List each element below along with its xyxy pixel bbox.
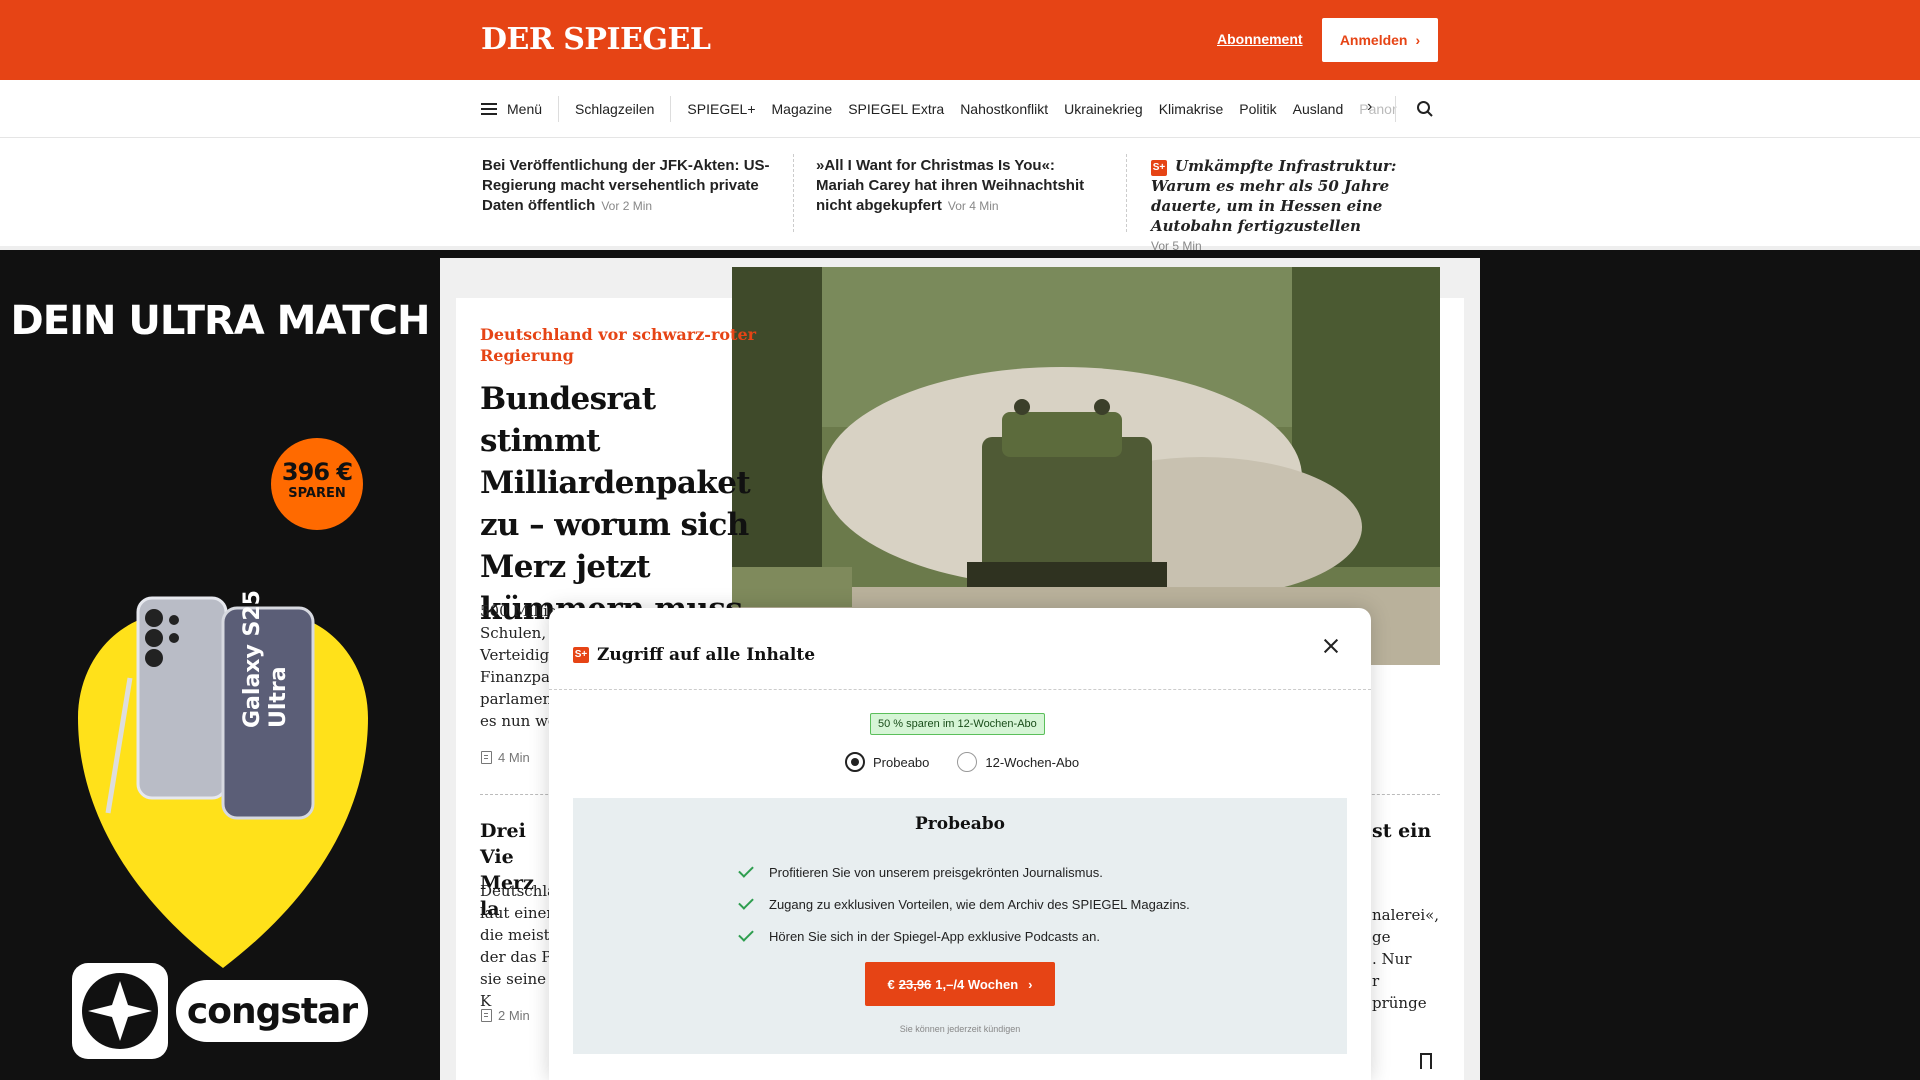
nav-item-spiegel-extra[interactable]: SPIEGEL Extra [840, 101, 952, 117]
modal-title-text: Zugriff auf alle Inhalte [597, 645, 816, 665]
abonnement-link[interactable]: Abonnement [1217, 31, 1303, 47]
menu-label: Menü [507, 101, 543, 117]
login-button[interactable]: Anmelden › [1322, 18, 1438, 62]
benefit-text: Profitieren Sie von unserem preisgekrönt… [769, 864, 1103, 880]
nav-item-ausland[interactable]: Ausland [1285, 101, 1352, 117]
nav-item-ukrainekrieg[interactable]: Ukrainekrieg [1056, 101, 1151, 117]
benefit-list: Profitieren Sie von unserem preisgekrönt… [738, 856, 1190, 952]
nav-item-panorama[interactable]: Panor [1351, 101, 1404, 117]
ad-product-name: Galaxy S25 Ultra [240, 590, 291, 728]
chevron-right-icon: › [1028, 976, 1033, 992]
ad-title: DEIN ULTRA MATCH [10, 298, 431, 344]
ticker-divider [793, 154, 794, 232]
ticker-title: Umkämpfte Infrastruktur: Warum es mehr a… [1151, 157, 1397, 235]
benefit-item: Profitieren Sie von unserem preisgekrönt… [738, 856, 1190, 888]
modal-title: S+ Zugriff auf alle Inhalte [573, 645, 815, 665]
read-time-label: 4 Min [498, 750, 530, 765]
cta-old-price: 23,96 [898, 976, 932, 992]
ad-save-label: SPAREN [288, 486, 346, 501]
nav-item-schlagzeilen[interactable]: Schlagzeilen [559, 96, 672, 122]
subscribe-button[interactable]: € 23,96 1,–/4 Wochen › [865, 962, 1055, 1006]
teaser-line: r [1372, 972, 1380, 990]
benefit-text: Hören Sie sich in der Spiegel-App exklus… [769, 928, 1100, 944]
search-icon[interactable] [1416, 100, 1434, 118]
ad-save-amount: 396 € [281, 458, 353, 486]
read-time-label: 2 Min [498, 1008, 530, 1023]
spiegel-logo[interactable]: DER SPIEGEL [481, 22, 711, 57]
headline-ticker: Bei Veröffentlichung der JFK-Akten: US-R… [0, 138, 1920, 253]
heart-phone-illustration [78, 596, 368, 968]
headline-line: Drei Vie [480, 820, 526, 868]
radio-label[interactable]: 12-Wochen-Abo [985, 755, 1079, 770]
menu-button[interactable]: Menü [481, 96, 560, 122]
radio-12-wochen-abo[interactable] [957, 752, 978, 772]
nav-item-spiegel-plus[interactable]: SPIEGEL+ [679, 101, 763, 117]
cta-new-price: 1,–/4 Wochen [935, 976, 1019, 992]
ticker-item[interactable]: S+ Umkämpfte Infrastruktur: Warum es mehr… [1151, 156, 1441, 256]
article-icon [481, 751, 492, 764]
check-icon [738, 894, 754, 910]
offer-title: Probeabo [914, 814, 1006, 834]
offer-panel: Probeabo Profitieren Sie von unserem pre… [573, 798, 1347, 1054]
teaser-line: ge [1372, 928, 1391, 946]
nav-scroll-right-icon[interactable]: › [1367, 98, 1372, 116]
cancel-note: Sie können jederzeit kündigen [899, 1024, 1021, 1034]
hero-image[interactable] [732, 267, 1440, 665]
check-icon [738, 926, 754, 942]
advertisement-right[interactable] [1480, 258, 1920, 1080]
spiegel-plus-icon: S+ [1151, 160, 1167, 176]
advertisement[interactable]: DEIN ULTRA MATCH Galaxy S25 Ultra 396 € … [0, 258, 440, 1080]
ticker-item[interactable]: »All I Want for Christmas Is You«: Maria… [816, 156, 1106, 216]
radio-label[interactable]: Probeabo [873, 755, 929, 770]
ticker-time: Vor 2 Min [601, 199, 653, 213]
teaser-line: Deutschla [480, 882, 557, 900]
chevron-right-icon: › [1415, 32, 1421, 48]
nav-item-politik[interactable]: Politik [1231, 101, 1284, 117]
header-bar: DER SPIEGEL Abonnement Anmelden › [0, 0, 1920, 80]
teaser-line: der das Pa [480, 948, 560, 966]
teaser-line: . Nur [1372, 950, 1412, 968]
congstar-logo-icon [72, 963, 168, 1059]
bookmark-icon[interactable] [1420, 1053, 1432, 1075]
nav-item-magazine[interactable]: Magazine [764, 101, 841, 117]
teaser-line: die meiste [480, 926, 559, 944]
benefit-item: Hören Sie sich in der Spiegel-App exklus… [738, 920, 1190, 952]
ticker-time: Vor 4 Min [947, 199, 999, 213]
radio-probeabo[interactable] [845, 752, 865, 772]
read-time: 4 Min [481, 750, 530, 765]
ticker-time: Vor 5 Min [1151, 239, 1202, 253]
teaser-line: nalerei«, [1372, 906, 1440, 924]
article-teaser[interactable]: Deutschla laut einer die meiste der das … [480, 880, 560, 1012]
nav-item-klimakrise[interactable]: Klimakrise [1151, 101, 1232, 117]
cta-currency: € [887, 976, 895, 992]
main-navigation: Menü Schlagzeilen SPIEGEL+ Magazine SPIE… [0, 80, 1920, 138]
close-icon[interactable] [1319, 634, 1343, 658]
ticker-divider [1126, 154, 1127, 232]
modal-header: S+ Zugriff auf alle Inhalte [549, 608, 1371, 690]
ticker-item[interactable]: Bei Veröffentlichung der JFK-Akten: US-R… [482, 156, 772, 216]
hamburger-icon [481, 103, 497, 115]
nav-separator [1395, 96, 1396, 122]
read-time: 2 Min [481, 1008, 530, 1023]
article-headline[interactable]: st ein [1372, 818, 1452, 844]
check-icon [738, 862, 754, 878]
spiegel-plus-icon: S+ [573, 647, 589, 663]
benefit-text: Zugang zu exklusiven Vorteilen, wie dem … [769, 896, 1190, 912]
plan-selector: Probeabo 12-Wochen-Abo [845, 752, 1079, 772]
teaser-line: prünge [1372, 994, 1427, 1012]
promo-badge: 50 % sparen im 12-Wochen-Abo [870, 713, 1045, 735]
article-kicker[interactable]: Deutschland vor schwarz-roter Regierung [480, 324, 760, 366]
nav-item-nahostkonflikt[interactable]: Nahostkonflikt [952, 101, 1056, 117]
ad-savings-badge: 396 € SPAREN [271, 438, 363, 530]
subscription-modal: S+ Zugriff auf alle Inhalte 50 % sparen … [549, 608, 1371, 1080]
article-teaser[interactable]: nalerei«, ge . Nur r prünge [1372, 904, 1462, 1014]
benefit-item: Zugang zu exklusiven Vorteilen, wie dem … [738, 888, 1190, 920]
teaser-line: laut einer [480, 904, 554, 922]
teaser-line: sie seine K [480, 970, 547, 1010]
login-button-label: Anmelden [1339, 32, 1408, 48]
congstar-wordmark: congstar [176, 980, 368, 1042]
article-headline[interactable]: Bundesrat stimmt Milliardenpaket zu – wo… [480, 378, 770, 630]
article-icon [481, 1009, 492, 1022]
